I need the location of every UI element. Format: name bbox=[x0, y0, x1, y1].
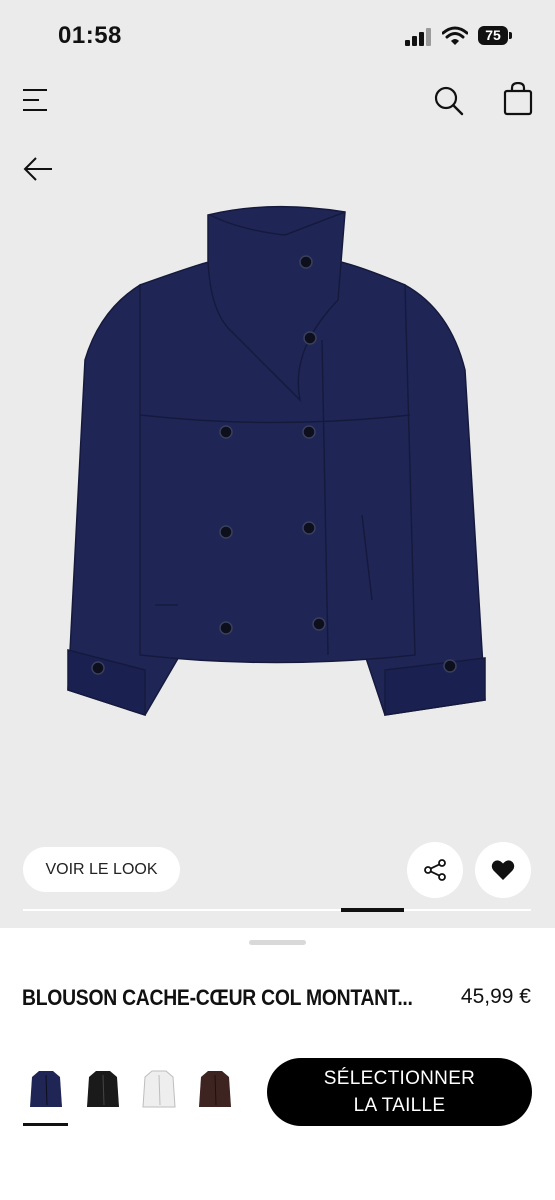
heart-icon bbox=[491, 860, 515, 880]
select-size-line1: SÉLECTIONNER bbox=[323, 1068, 476, 1089]
search-icon[interactable] bbox=[434, 86, 464, 116]
wifi-icon bbox=[442, 26, 468, 45]
menu-icon[interactable] bbox=[22, 88, 48, 112]
gallery-progress-track bbox=[23, 909, 531, 911]
jacket-thumbnail bbox=[142, 1070, 176, 1108]
share-icon bbox=[424, 859, 446, 881]
select-size-button[interactable]: SÉLECTIONNER LA TAILLE bbox=[267, 1058, 532, 1126]
color-swatch-brown[interactable] bbox=[192, 1063, 238, 1115]
see-look-button[interactable]: VOIR LE LOOK bbox=[23, 847, 180, 892]
battery-indicator: 75 bbox=[478, 26, 508, 45]
color-swatch-white[interactable] bbox=[136, 1063, 182, 1115]
product-price: 45,99 € bbox=[460, 985, 531, 1008]
share-button[interactable] bbox=[407, 842, 463, 898]
battery-tip bbox=[509, 32, 512, 39]
sheet-drag-handle[interactable] bbox=[249, 940, 306, 945]
status-time: 01:58 bbox=[58, 22, 122, 49]
bag-icon[interactable] bbox=[503, 82, 533, 116]
jacket-thumbnail bbox=[87, 1071, 119, 1107]
jacket-thumbnail bbox=[199, 1071, 231, 1107]
selected-color-indicator bbox=[23, 1123, 68, 1126]
jacket-image bbox=[67, 205, 486, 717]
jacket-thumbnail bbox=[30, 1071, 62, 1107]
arrow-left-icon[interactable] bbox=[23, 156, 53, 182]
color-swatch-black[interactable] bbox=[80, 1063, 126, 1115]
gallery-progress-indicator bbox=[341, 908, 404, 912]
select-size-line2: LA TAILLE bbox=[353, 1095, 446, 1116]
signal-icon bbox=[405, 28, 431, 46]
favorite-button[interactable] bbox=[475, 842, 531, 898]
color-swatch-navy[interactable] bbox=[23, 1063, 69, 1115]
product-name: BLOUSON CACHE-CŒUR COL MONTANT... bbox=[22, 985, 413, 1010]
